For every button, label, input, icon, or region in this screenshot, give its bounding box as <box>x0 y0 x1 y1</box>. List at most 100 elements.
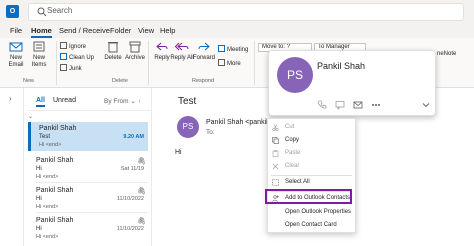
phone-icon[interactable] <box>317 100 327 110</box>
archive-label: Archive <box>124 55 145 61</box>
group-collapse-icon[interactable]: ⌄ <box>28 113 33 120</box>
forward-button[interactable]: Forward <box>192 40 216 62</box>
menu-item-label: Open Outlook Properties <box>285 209 352 215</box>
chevron-down-icon[interactable] <box>421 100 431 110</box>
item-preview: Hi <end> <box>39 142 62 148</box>
reply-all-button[interactable]: Reply All <box>170 40 194 62</box>
onenote-label[interactable]: neNote <box>437 51 456 57</box>
cut-icon <box>272 124 279 131</box>
expand-chevron-icon[interactable]: › <box>9 94 12 103</box>
delete-button[interactable]: Delete <box>101 40 125 62</box>
item-date: 11/10/2022 <box>116 196 144 202</box>
contact-name: Pankil Shah <box>317 61 366 71</box>
reply-icon <box>156 42 168 51</box>
copy-icon <box>272 137 279 144</box>
menu-item-cut[interactable]: Cut <box>268 122 355 134</box>
menu-bar: File Home Send / Receive Folder View Hel… <box>0 24 474 38</box>
avatar[interactable]: PS <box>177 116 199 138</box>
more-label: More <box>227 61 241 67</box>
item-subject: Test <box>39 134 51 140</box>
menu-item-select-all[interactable]: Select All <box>268 177 355 189</box>
more-icon <box>218 59 225 66</box>
junk-label: Junk <box>69 66 82 72</box>
item-preview: Hi <end> <box>36 174 59 180</box>
context-menu: Cut Copy Paste Clear Select All Add to O… <box>267 118 356 233</box>
menu-item-copy[interactable]: Copy <box>268 135 355 147</box>
new-items-button[interactable]: New Items <box>27 40 51 69</box>
ribbon-divider <box>56 41 57 85</box>
forward-icon <box>198 42 210 51</box>
ignore-icon <box>60 42 67 49</box>
list-item[interactable]: Pankil Shah 🖇 Hi Hi <end> 11/10/2022 <box>28 214 148 243</box>
contact-card: PS Pankil Shah <box>268 50 436 116</box>
ribbon-divider <box>148 41 149 85</box>
divider <box>36 182 148 183</box>
delete-label: Delete <box>104 55 122 61</box>
archive-button[interactable]: Archive <box>123 40 147 62</box>
more-button[interactable]: More <box>218 59 241 67</box>
item-preview: Hi <end> <box>36 234 59 240</box>
menu-item-label: Copy <box>285 137 300 143</box>
sort-direction-icon[interactable]: ↑ <box>138 98 141 105</box>
to-line: To: <box>206 129 215 136</box>
reply-all-label: Reply All <box>170 55 194 61</box>
list-item[interactable]: Pankil Shah 🖇 Hi Hi <end> 11/10/2022 <box>28 184 148 213</box>
ignore-button[interactable]: Ignore <box>60 42 86 50</box>
list-item[interactable]: Pankil Shah 🖇 Hi Hi <end> Sat 11/19 <box>28 154 148 183</box>
menu-item-open-outlook-properties[interactable]: Open Outlook Properties <box>268 207 355 219</box>
new-items-label: New Items <box>31 55 47 68</box>
highlight-box <box>265 189 352 204</box>
mail-icon[interactable] <box>353 100 363 110</box>
tab-home[interactable]: Home <box>31 26 52 38</box>
new-email-label: New Email <box>8 55 24 68</box>
filter-all-tab[interactable]: All <box>36 97 45 107</box>
item-sender: Pankil Shah <box>39 125 77 132</box>
forward-label: Forward <box>192 55 215 61</box>
paste-icon <box>272 150 279 157</box>
archive-icon <box>129 41 141 53</box>
outlook-logo-icon: O <box>6 5 19 18</box>
tab-help[interactable]: Help <box>160 26 175 35</box>
divider <box>36 212 148 213</box>
contact-avatar: PS <box>277 57 313 93</box>
chat-icon[interactable] <box>335 100 345 110</box>
clean-up-label: Clean Up <box>69 55 95 61</box>
item-date: 9.20 AM <box>123 134 144 140</box>
tab-file[interactable]: File <box>10 26 22 35</box>
list-item[interactable]: Pankil Shah Test Hi <end> 9.20 AM <box>28 122 148 151</box>
menu-item-paste[interactable]: Paste <box>268 148 355 160</box>
menu-item-open-contact-card[interactable]: Open Contact Card <box>268 220 355 232</box>
clean-up-button[interactable]: Clean Up <box>60 53 94 61</box>
calendar-icon <box>218 45 225 52</box>
clear-icon <box>272 163 279 170</box>
item-date: Sat 11/19 <box>120 166 144 172</box>
filter-unread-tab[interactable]: Unread <box>53 97 76 104</box>
divider <box>28 110 151 111</box>
meeting-button[interactable]: Meeting <box>218 45 248 53</box>
item-sender: Pankil Shah <box>36 187 74 194</box>
item-subject: Hi <box>36 196 42 202</box>
message-subject: Test <box>178 96 197 107</box>
folder-pane-collapsed: › <box>0 88 24 246</box>
menu-item-label: Clear <box>285 163 300 169</box>
clean-up-icon <box>60 53 67 60</box>
more-options-icon[interactable] <box>371 100 381 110</box>
junk-button[interactable]: Junk <box>60 64 82 72</box>
tab-view[interactable]: View <box>138 26 154 35</box>
tab-folder[interactable]: Folder <box>110 26 131 35</box>
menu-item-clear[interactable]: Clear <box>268 161 355 173</box>
tab-send-receive[interactable]: Send / Receive <box>59 26 110 35</box>
new-email-button[interactable]: New Email <box>4 40 28 69</box>
paperclip-icon: 🖇 <box>137 158 146 165</box>
menu-item-label: Cut <box>285 124 295 130</box>
item-preview: Hi <end> <box>36 204 59 210</box>
junk-icon <box>60 64 67 71</box>
item-subject: Hi <box>36 166 42 172</box>
search-input[interactable]: Search <box>28 3 464 21</box>
sort-label: By From <box>104 98 129 105</box>
sort-caret-icon: ⌄ <box>130 98 136 105</box>
search-placeholder: Search <box>47 6 73 15</box>
item-sender: Pankil Shah <box>36 217 74 224</box>
sort-dropdown[interactable]: By From ⌄ ↑ <box>104 97 141 105</box>
message-body: Hi <box>175 149 182 156</box>
